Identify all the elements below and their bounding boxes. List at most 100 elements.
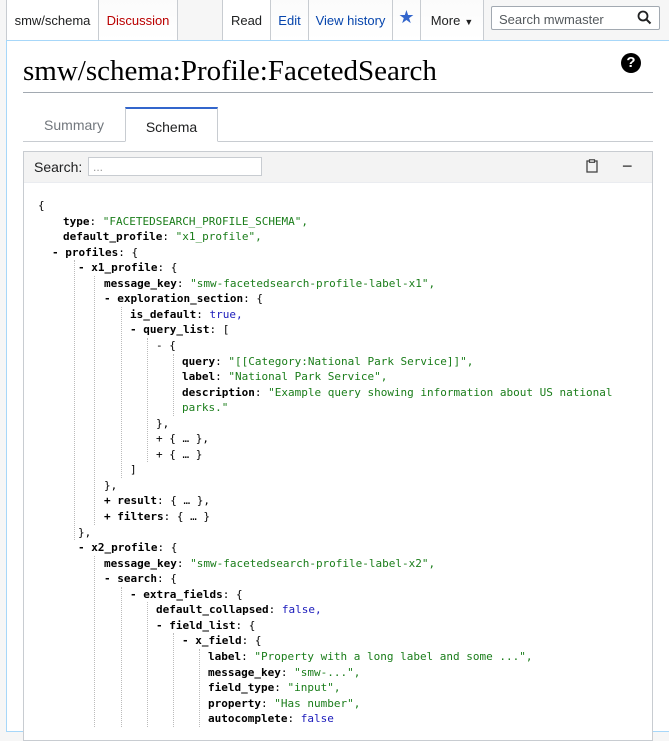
json-line[interactable]: - query_list: [ bbox=[130, 322, 229, 338]
json-key: + filters bbox=[104, 510, 164, 523]
json-key: default_collapsed bbox=[156, 603, 269, 617]
json-line[interactable]: + filters: { … } bbox=[104, 509, 210, 525]
json-line: property: "Has number", bbox=[208, 696, 360, 712]
watch-star-icon[interactable]: ★ bbox=[392, 0, 420, 40]
json-key: is_default bbox=[130, 307, 197, 321]
tab-edit[interactable]: Edit bbox=[270, 0, 308, 40]
json-colon: : bbox=[222, 587, 236, 601]
watch-star-glyph: ★ bbox=[398, 7, 415, 27]
json-key: - search bbox=[104, 572, 157, 586]
page-title: smw/schema:Profile:FacetedSearch bbox=[23, 55, 437, 87]
json-key: - query_list bbox=[130, 323, 210, 337]
json-key: autocomplete bbox=[208, 712, 288, 726]
search-input[interactable] bbox=[497, 8, 636, 30]
json-value: { bbox=[256, 292, 263, 306]
json-key: property bbox=[208, 696, 261, 710]
json-search-label: Search: bbox=[34, 159, 83, 175]
json-key: message_key bbox=[104, 556, 177, 570]
json-value: false, bbox=[281, 603, 322, 617]
json-line: default_collapsed: false, bbox=[156, 602, 322, 618]
tab-discussion[interactable]: Discussion bbox=[98, 0, 178, 40]
json-colon: : bbox=[156, 494, 171, 508]
json-search-input[interactable] bbox=[88, 157, 262, 176]
indent-guide bbox=[94, 275, 95, 525]
json-key: default_profile bbox=[63, 230, 163, 244]
tab-namespace[interactable]: smw/schema bbox=[6, 0, 98, 40]
json-colon: : bbox=[196, 307, 210, 321]
clipboard-icon[interactable] bbox=[586, 159, 598, 173]
json-line: description: "Example query showing info… bbox=[182, 385, 612, 401]
json-line: type: "FACETEDSEARCH_PROFILE_SCHEMA", bbox=[63, 214, 308, 230]
search-icon[interactable] bbox=[637, 10, 652, 25]
json-key: field_type bbox=[208, 681, 275, 695]
json-key: - exploration_section bbox=[104, 292, 244, 306]
json-line: autocomplete: false bbox=[208, 711, 334, 727]
json-line[interactable]: - exploration_section: { bbox=[104, 291, 263, 307]
json-line[interactable]: - x2_profile: { bbox=[78, 540, 177, 556]
tab-view-history[interactable]: View history bbox=[308, 0, 392, 40]
json-colon: : bbox=[215, 354, 229, 368]
json-line: message_key: "smw-...", bbox=[208, 665, 360, 681]
json-line: default_profile: "x1_profile", bbox=[63, 229, 262, 245]
collapse-button[interactable]: − bbox=[622, 156, 633, 176]
more-menu[interactable]: More ▼ bbox=[420, 0, 484, 40]
json-line[interactable]: + result: { … }, bbox=[104, 493, 210, 509]
json-viewer: Search: − { type: "FACETEDSEARCH_PROFILE_… bbox=[23, 151, 653, 741]
json-value: "smw-facetedsearch-profile-label-x1", bbox=[190, 276, 436, 290]
tab-read[interactable]: Read bbox=[222, 0, 270, 40]
json-value: [ bbox=[222, 323, 230, 337]
indent-guide bbox=[74, 260, 75, 541]
json-value: "input", bbox=[287, 681, 341, 695]
json-value: "Has number", bbox=[274, 696, 361, 710]
json-line[interactable]: - x1_profile: { bbox=[78, 260, 177, 276]
json-colon: : bbox=[241, 649, 255, 663]
json-value: { … } bbox=[176, 510, 210, 523]
help-icon[interactable]: ? bbox=[621, 53, 641, 73]
json-key: + result bbox=[104, 494, 157, 508]
top-navigation: smw/schema Discussion Read Edit View his… bbox=[0, 0, 669, 40]
json-line[interactable]: - profiles: { bbox=[52, 245, 138, 261]
indent-guide bbox=[147, 337, 148, 463]
json-bracket: + { … } bbox=[156, 447, 203, 461]
tab-schema[interactable]: Schema bbox=[125, 107, 218, 142]
json-line: label: "Property with a long label and s… bbox=[208, 649, 533, 665]
json-line[interactable]: - extra_fields: { bbox=[130, 587, 243, 603]
json-value: { bbox=[248, 618, 256, 632]
tab-summary[interactable]: Summary bbox=[23, 107, 125, 141]
json-colon: : bbox=[176, 276, 191, 290]
json-key: description bbox=[182, 385, 255, 399]
json-value: "smw-...", bbox=[294, 665, 361, 679]
json-line: parks." bbox=[182, 400, 228, 416]
json-value: "x1_profile", bbox=[175, 230, 262, 244]
tab-read-label: Read bbox=[230, 13, 263, 28]
json-line[interactable]: - field_list: { bbox=[156, 618, 255, 634]
json-line[interactable]: - x_field: { bbox=[182, 633, 261, 649]
json-key: - field_list bbox=[156, 618, 236, 632]
json-value: "National Park Service", bbox=[228, 370, 388, 384]
tab-edit-label: Edit bbox=[278, 13, 301, 28]
indent-guide bbox=[94, 555, 95, 727]
tab-view-history-label: View history bbox=[315, 13, 386, 28]
tab-discussion-label: Discussion bbox=[106, 13, 170, 28]
json-colon: : bbox=[163, 510, 177, 523]
json-colon: : bbox=[241, 634, 255, 648]
json-key: label bbox=[208, 649, 242, 663]
json-line[interactable]: - search: { bbox=[104, 571, 177, 587]
json-bracket: ] bbox=[130, 463, 137, 477]
json-line: }, bbox=[156, 416, 169, 432]
json-line[interactable]: + { … }, bbox=[156, 431, 209, 447]
json-value: { bbox=[170, 541, 178, 555]
json-line[interactable]: - { bbox=[156, 338, 176, 354]
indent-guide bbox=[121, 586, 122, 727]
title-divider bbox=[23, 92, 653, 93]
json-line: }, bbox=[78, 525, 91, 541]
json-line: ] bbox=[130, 462, 137, 478]
json-value: { … }, bbox=[170, 494, 210, 508]
json-line: message_key: "smw-facetedsearch-profile-… bbox=[104, 276, 435, 292]
json-line[interactable]: + { … } bbox=[156, 447, 202, 463]
json-value: true, bbox=[209, 307, 243, 321]
json-key: - profiles bbox=[52, 245, 119, 259]
json-colon: : bbox=[274, 681, 288, 695]
indent-guide bbox=[147, 602, 148, 727]
json-line: message_key: "smw-facetedsearch-profile-… bbox=[104, 556, 435, 572]
